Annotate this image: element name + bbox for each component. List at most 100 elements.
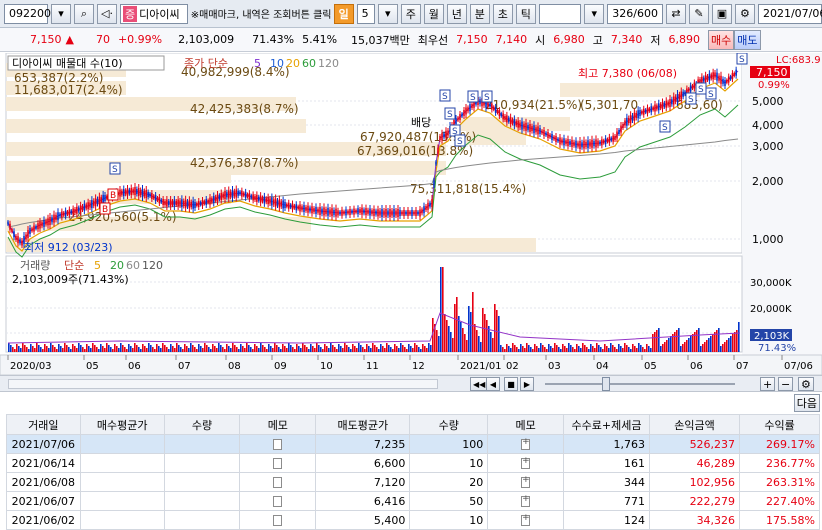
- cell-trade-date: 2021/06/14: [6, 453, 81, 473]
- volume-bar: [570, 345, 572, 352]
- volume-profile-label: 42,425,383(8.7%): [190, 102, 299, 116]
- col-sell-memo[interactable]: 메모: [487, 414, 564, 435]
- nav-next-button[interactable]: ▶: [520, 377, 534, 391]
- table-row[interactable]: 2021/06/08 7,12020 344102,956263.31%: [6, 472, 820, 492]
- table-row[interactable]: 2021/06/07 6,41650 771222,279227.40%: [6, 491, 820, 511]
- search-icon[interactable]: ⌕: [74, 3, 94, 24]
- candle-body: [21, 240, 23, 246]
- volume-bar: [352, 344, 354, 352]
- period-daily-button[interactable]: 일: [333, 3, 354, 24]
- nav-prev-button[interactable]: ◀: [486, 377, 500, 391]
- memo-icon[interactable]: [273, 439, 283, 450]
- axis-lc-label: LC:683.9: [776, 55, 821, 66]
- volume-bar: [408, 344, 410, 352]
- candle-body: [467, 107, 469, 112]
- period-second-button[interactable]: 초: [492, 3, 513, 24]
- zoom-slider[interactable]: [545, 383, 735, 385]
- next-page-button[interactable]: 다음: [793, 394, 820, 412]
- col-buy-memo[interactable]: 메모: [239, 414, 317, 435]
- volume-bar: [504, 349, 506, 352]
- chart-settings-button[interactable]: ⚙: [798, 377, 814, 391]
- table-body: 2021/07/067,2351001,763526,237269.17%202…: [6, 434, 820, 530]
- col-buy-avg[interactable]: 매수평균가: [79, 414, 165, 435]
- memo-edit-icon[interactable]: [521, 494, 531, 507]
- price-chart[interactable]: 653,387(2.2%) 11,683,017(2.4%) 40,982,999(…: [0, 53, 822, 375]
- candle-body: [724, 80, 726, 86]
- volume-bar: [74, 346, 76, 352]
- tick-value-input[interactable]: [538, 3, 582, 24]
- sell-marker: S: [705, 87, 717, 100]
- sell-marker-label: S: [470, 93, 476, 103]
- candle-body: [431, 199, 433, 207]
- zoom-out-button[interactable]: −: [778, 377, 794, 391]
- volume-bar: [384, 348, 386, 352]
- candle-body: [525, 122, 527, 131]
- date-input[interactable]: 2021/07/06: [757, 3, 822, 24]
- period-value-input[interactable]: 5: [356, 3, 375, 24]
- settings-icon[interactable]: ⚙: [734, 3, 755, 24]
- horizontal-scrollbar[interactable]: [8, 379, 438, 389]
- candle-body: [637, 110, 639, 119]
- memo-edit-icon[interactable]: [521, 437, 531, 450]
- period-monthly-button[interactable]: 월: [423, 3, 444, 24]
- buy-marker-label: B: [110, 191, 116, 201]
- col-sell-qty[interactable]: 수량: [409, 414, 489, 435]
- period-minute-button[interactable]: 분: [469, 3, 490, 24]
- tool-icon[interactable]: ✎: [688, 3, 709, 24]
- nav-stop-button[interactable]: ■: [504, 377, 518, 391]
- candle-body: [35, 225, 37, 229]
- memo-icon[interactable]: [273, 496, 283, 507]
- volume-bar: [700, 346, 702, 352]
- memo-icon[interactable]: [273, 458, 283, 469]
- buy-button[interactable]: 매수: [708, 29, 735, 50]
- table-row[interactable]: 2021/07/06 7,235100 1,763526,237269.17%: [6, 434, 820, 454]
- candle-body: [141, 189, 144, 197]
- memo-edit-icon[interactable]: [521, 513, 531, 526]
- candle-body: [126, 188, 129, 196]
- table-row[interactable]: 2021/06/14 6,60010 16146,289236.77%: [6, 453, 820, 473]
- volume-title: 거래량: [20, 259, 50, 272]
- col-sell-avg[interactable]: 매도평균가: [315, 414, 411, 435]
- memo-edit-icon[interactable]: [521, 456, 531, 469]
- stock-name-field[interactable]: 증 디아이씨: [120, 3, 188, 24]
- code-dropdown-button[interactable]: ▾: [51, 3, 71, 24]
- sell-button[interactable]: 매도: [734, 29, 761, 50]
- chart-canvas[interactable]: 653,387(2.2%)11,683,017(2.4%)40,982,999(…: [0, 53, 822, 375]
- col-trade-date[interactable]: 거래일: [6, 414, 81, 435]
- candle-body: [158, 197, 161, 203]
- tick-dropdown-button[interactable]: ▾: [584, 3, 605, 24]
- memo-edit-icon[interactable]: [521, 475, 531, 488]
- period-yearly-button[interactable]: 년: [446, 3, 467, 24]
- period-weekly-button[interactable]: 주: [400, 3, 421, 24]
- stock-code-input[interactable]: 092200: [4, 3, 51, 24]
- zoom-in-button[interactable]: +: [760, 377, 776, 391]
- volume-bar: [234, 345, 236, 352]
- memo-icon[interactable]: [273, 515, 283, 526]
- candle-body: [106, 195, 108, 199]
- col-buy-qty[interactable]: 수량: [163, 414, 241, 435]
- zoom-slider-handle[interactable]: [602, 377, 610, 391]
- speaker-icon[interactable]: ◁·: [97, 3, 117, 24]
- col-return[interactable]: 수익률: [739, 414, 820, 435]
- volume-bar: [62, 348, 64, 352]
- save-icon[interactable]: ▣: [711, 3, 732, 24]
- candle-body: [601, 139, 603, 146]
- candle-body: [527, 124, 529, 130]
- scroll-icon[interactable]: ⇄: [665, 3, 686, 24]
- candle-body: [313, 208, 315, 213]
- sell-marker-label: S: [442, 92, 448, 102]
- candle-body: [246, 194, 249, 197]
- candle-body: [589, 141, 591, 147]
- memo-icon[interactable]: [273, 477, 283, 488]
- col-fee-tax[interactable]: 수수료+제세금: [562, 414, 650, 435]
- candle-body: [229, 191, 232, 197]
- volume-bar: [674, 332, 676, 352]
- col-profit[interactable]: 손익금액: [648, 414, 741, 435]
- period-dropdown-button[interactable]: ▾: [377, 3, 398, 24]
- volume-bar: [96, 347, 98, 352]
- bar-count-input[interactable]: 326/600: [607, 3, 663, 24]
- period-tick-button[interactable]: 틱: [515, 3, 536, 24]
- volume-bar: [118, 348, 120, 352]
- table-row[interactable]: 2021/06/02 5,40010 12434,326175.58%: [6, 510, 820, 530]
- candle-body: [439, 136, 441, 140]
